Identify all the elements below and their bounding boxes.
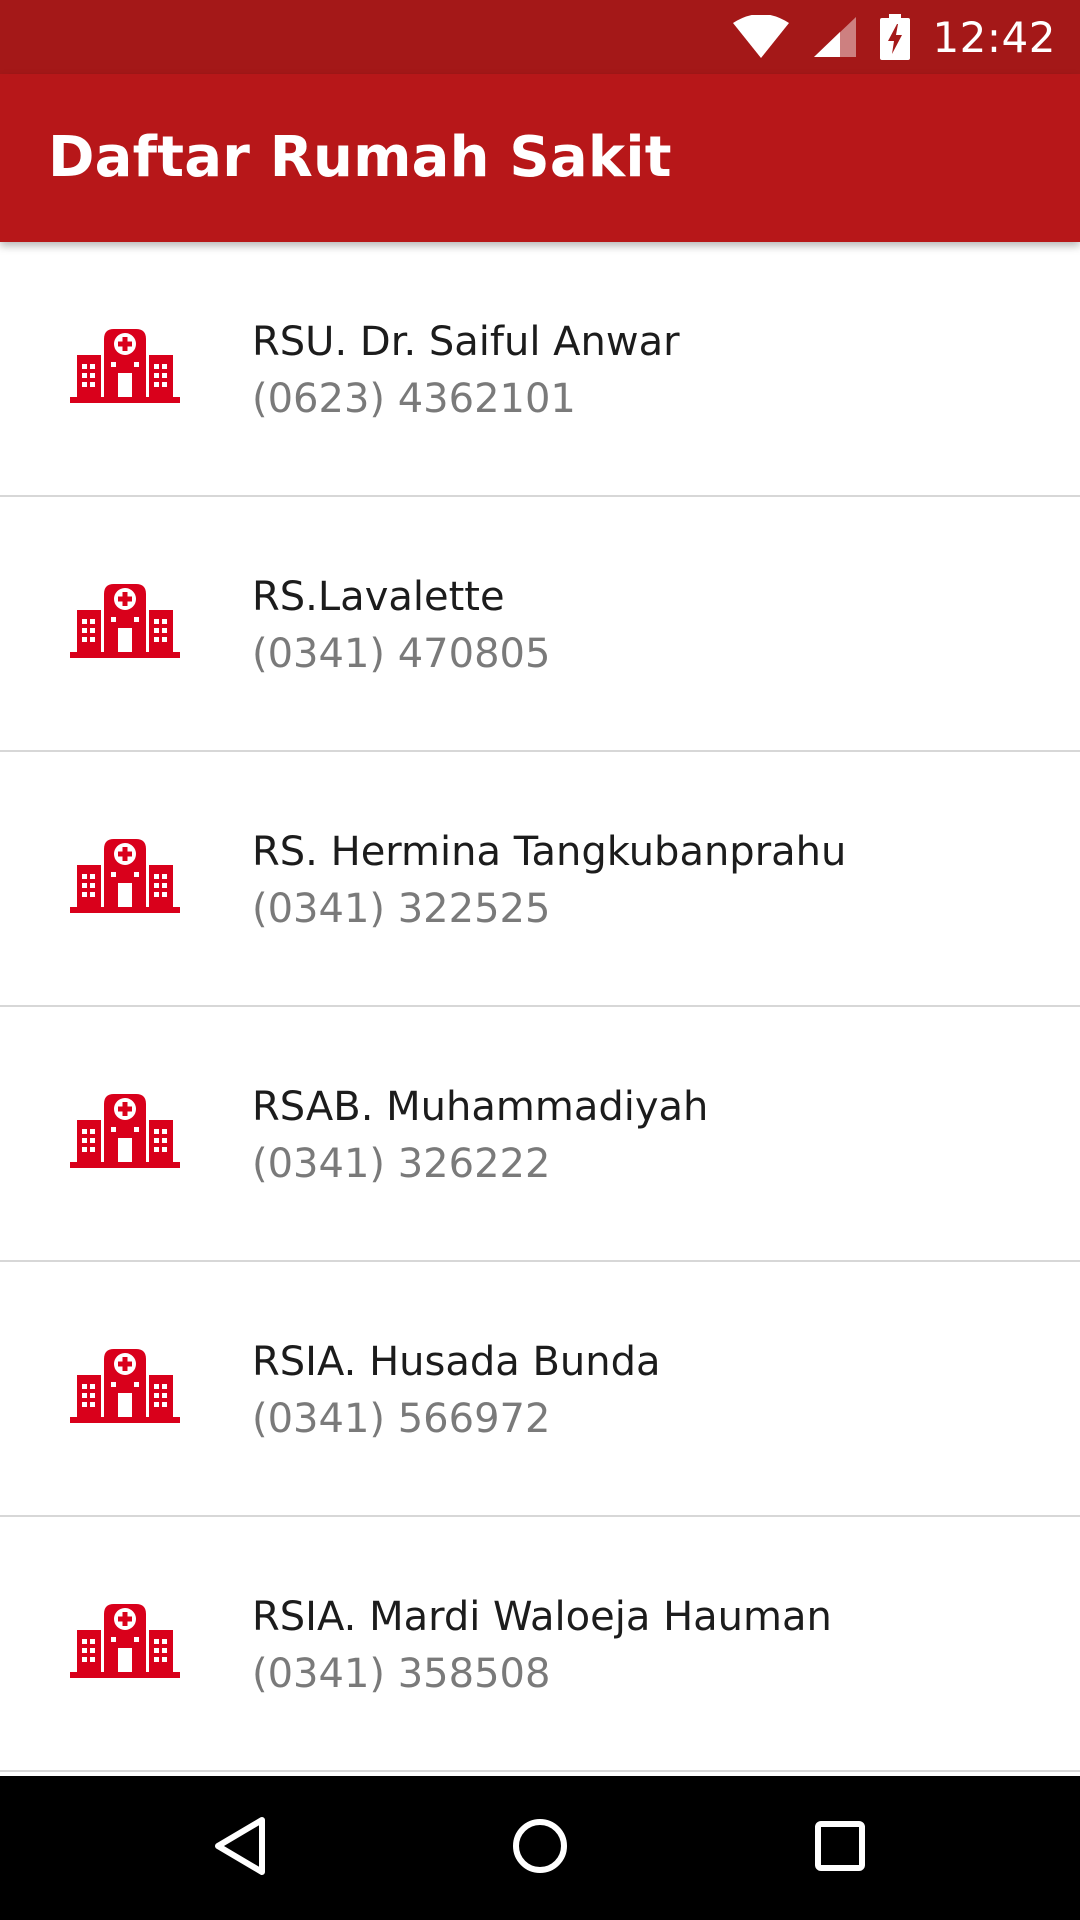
hospital-name: RSIA. Mardi Waloeja Hauman [252,1594,832,1640]
list-item-text: RSIA. Husada Bunda (0341) 566972 [252,1334,1056,1448]
hospital-list: RSU. Dr. Saiful Anwar (0623) 4362101 RS.… [0,242,1080,1776]
recents-icon [813,1819,867,1878]
hospital-phone: (0341) 470805 [252,631,551,677]
page-title: Daftar Rumah Sakit [48,125,672,190]
status-icons: 12:42 [732,0,1056,74]
hospital-phone: (0623) 4362101 [252,376,576,422]
hospital-icon [70,1092,180,1168]
list-item-text: RSU. Dr. Saiful Anwar (0623) 4362101 [252,314,1056,428]
screen: 12:42 Daftar Rumah Sakit RSU. Dr. Saiful… [0,0,1080,1920]
list-item-text: RSIA. Mardi Waloeja Hauman (0341) 358508 [252,1589,1056,1703]
list-item[interactable]: RSIA. Mardi Waloeja Hauman (0341) 358508 [0,1517,1080,1772]
recents-button[interactable] [750,1776,930,1920]
list-item[interactable]: RS. Hermina Tangkubanprahu (0341) 322525 [0,752,1080,1007]
hospital-icon [70,1602,180,1678]
hospital-name: RSIA. Husada Bunda [252,1339,661,1385]
hospital-phone: (0341) 566972 [252,1396,551,1442]
wifi-icon [732,15,790,59]
list-item[interactable]: RSU. Dr. Saiful Anwar (0623) 4362101 [0,242,1080,497]
battery-charging-icon [880,14,911,60]
list-item[interactable]: RS.Lavalette (0341) 470805 [0,497,1080,752]
hospital-name: RS.Lavalette [252,574,505,620]
hospital-name: RS. Hermina Tangkubanprahu [252,829,847,875]
list-item-text: RSAB. Muhammadiyah (0341) 326222 [252,1079,1056,1193]
list-item-text: RS. Hermina Tangkubanprahu (0341) 322525 [252,824,1056,938]
list-item-text: RS.Lavalette (0341) 470805 [252,569,1056,683]
navigation-bar [0,1776,1080,1920]
list-item[interactable]: RSAB. Muhammadiyah (0341) 326222 [0,1007,1080,1262]
hospital-phone: (0341) 322525 [252,886,551,932]
app-bar: Daftar Rumah Sakit [0,74,1080,242]
home-icon [510,1816,570,1881]
status-time: 12:42 [932,12,1056,62]
hospital-icon [70,1347,180,1423]
cell-signal-icon [812,15,858,59]
home-button[interactable] [450,1776,630,1920]
hospital-icon [70,837,180,913]
hospital-icon [70,327,180,403]
hospital-name: RSU. Dr. Saiful Anwar [252,319,680,365]
hospital-phone: (0341) 326222 [252,1141,551,1187]
list-item[interactable]: RSIA. Husada Bunda (0341) 566972 [0,1262,1080,1517]
hospital-name: RSAB. Muhammadiyah [252,1084,709,1130]
status-bar: 12:42 [0,0,1080,74]
hospital-phone: (0341) 358508 [252,1651,551,1697]
hospital-icon [70,582,180,658]
back-icon [210,1815,270,1882]
back-button[interactable] [150,1776,330,1920]
